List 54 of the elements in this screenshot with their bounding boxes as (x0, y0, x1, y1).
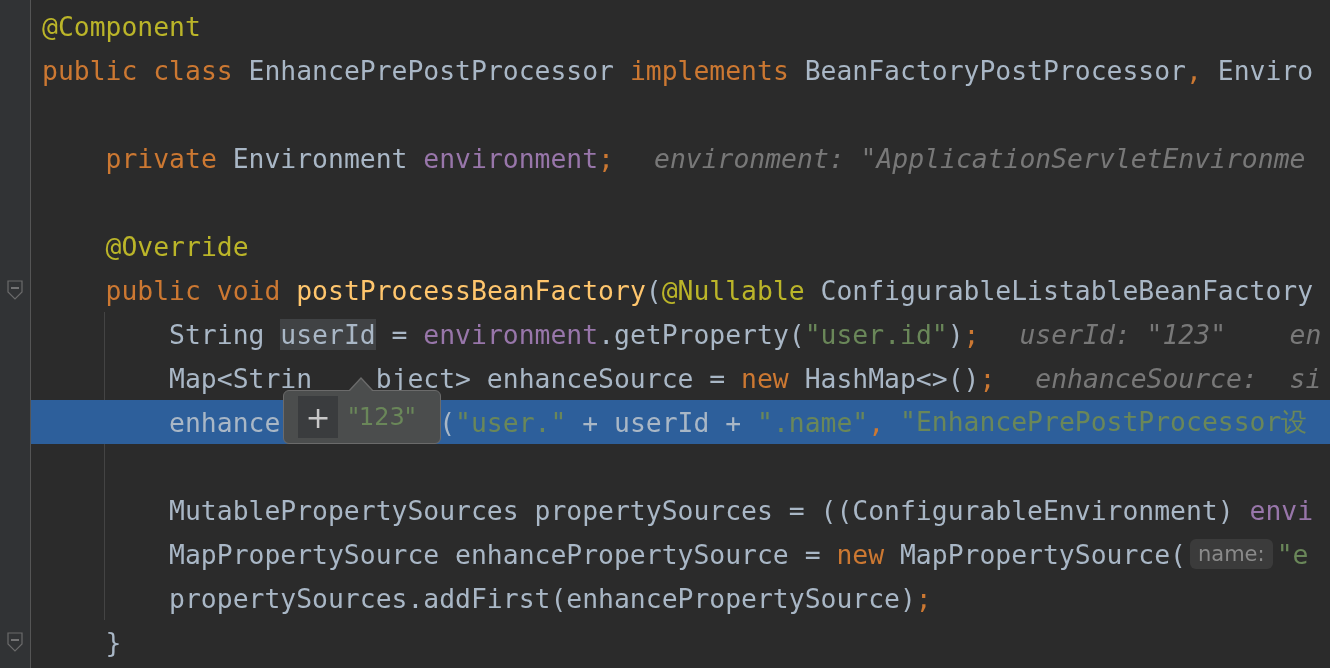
code-text: enhance (169, 406, 281, 438)
keyword-text: ; (963, 318, 980, 350)
expand-button[interactable]: + (298, 396, 338, 438)
keyword-text: , (868, 406, 886, 438)
code-text: bject> enhanceSource = (375, 362, 727, 394)
annotation-text: @Component (42, 10, 201, 42)
keyword-text: public void (105, 274, 282, 306)
fold-marker-icon[interactable] (7, 280, 23, 300)
code-text: MapPropertySource enhancePropertySource = (169, 538, 822, 570)
code-text: EnhancePrePostProcessor (248, 54, 615, 86)
highlighted-identifier: userId (280, 318, 376, 350)
string-literal: "e (1276, 538, 1309, 570)
keyword-text: public class (42, 54, 234, 86)
string-literal: ".name" (757, 406, 869, 438)
code-text: = (390, 318, 409, 350)
field-text: environment (423, 318, 599, 350)
code-text: String (169, 318, 266, 350)
keyword-text: new (836, 538, 886, 570)
parameter-hint: name: (1190, 539, 1273, 569)
annotation-text: @Nullable (661, 274, 806, 306)
method-name: postProcessBeanFactory (296, 274, 646, 306)
inline-value-hint: userId: "123" en (1019, 318, 1322, 350)
code-text: MutablePropertySources propertySources = ((ConfigurableEnvironment) (169, 494, 1235, 526)
code-text: } (105, 626, 122, 658)
inline-value-hint: environment: "ApplicationServletEnvironme (654, 142, 1306, 174)
keyword-text: , (1186, 54, 1203, 86)
code-text: .getProperty( (598, 318, 805, 350)
string-literal: "user." (455, 406, 567, 438)
code-text: Enviro (1217, 54, 1314, 86)
code-text: ( (439, 406, 456, 438)
keyword-text: implements (629, 54, 790, 86)
fold-marker-icon[interactable] (7, 632, 23, 652)
keyword-text: new (741, 362, 790, 394)
field-text: envi (1249, 494, 1314, 526)
keyword-text: ; (598, 142, 614, 174)
code-text: + userId + (581, 406, 743, 438)
code-text: ) (947, 318, 964, 350)
inline-value-hint: enhanceSource: si (1035, 362, 1322, 394)
code-text: MapPropertySource( (900, 538, 1186, 570)
code-text: ConfigurableListableBeanFactory (820, 274, 1314, 306)
string-literal: "EnhancePrePostProcessor设 (900, 404, 1308, 439)
code-text: ( (645, 274, 662, 306)
keyword-text: ; (979, 362, 996, 394)
string-literal: "user.id" (804, 318, 948, 350)
value-text: "123" (348, 403, 416, 431)
field-text: environment (423, 142, 599, 174)
annotation-text: @Override (105, 230, 249, 262)
code-text: Environment (232, 142, 409, 174)
code-text: Map<Strin (169, 362, 313, 394)
keyword-text: ; (915, 582, 932, 614)
code-text: HashMap<>() (804, 362, 980, 394)
keyword-text: private (105, 142, 218, 174)
code-text: propertySources.addFirst(enhancePropertySource) (169, 582, 916, 614)
code-text: BeanFactoryPostProcessor (804, 54, 1186, 86)
